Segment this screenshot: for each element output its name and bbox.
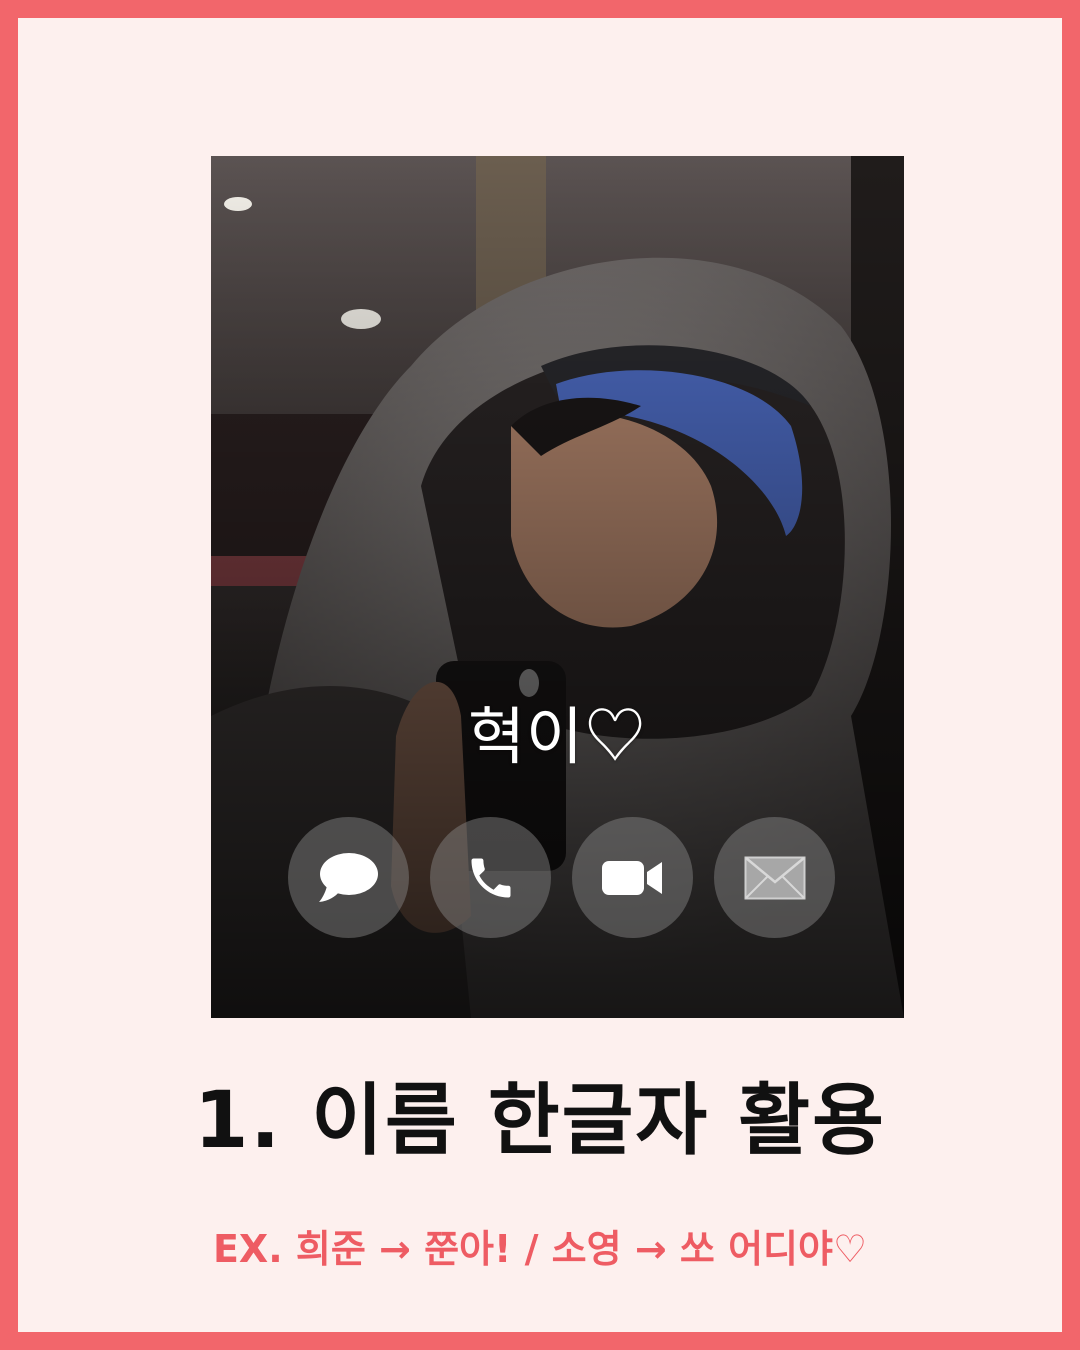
envelope-icon bbox=[744, 856, 805, 899]
card: 혁이♡ 1. 이름 한글자 활용 EX. 희준 → 쭌아! / 소영 → 쏘 어… bbox=[18, 18, 1062, 1332]
video-camera-icon bbox=[601, 860, 662, 895]
contact-actions bbox=[288, 817, 835, 938]
page-title: 1. 이름 한글자 활용 bbox=[194, 1076, 886, 1166]
mail-button[interactable] bbox=[714, 817, 835, 938]
message-button[interactable] bbox=[288, 817, 409, 938]
speech-bubble-icon bbox=[318, 852, 378, 902]
contact-name: 혁이♡ bbox=[467, 700, 648, 773]
call-button[interactable] bbox=[430, 817, 551, 938]
contact-photo: 혁이♡ bbox=[211, 156, 904, 1018]
phone-icon bbox=[471, 858, 510, 897]
video-call-button[interactable] bbox=[572, 817, 693, 938]
example-text: EX. 희준 → 쭌아! / 소영 → 쏘 어디야♡ bbox=[212, 1227, 868, 1271]
